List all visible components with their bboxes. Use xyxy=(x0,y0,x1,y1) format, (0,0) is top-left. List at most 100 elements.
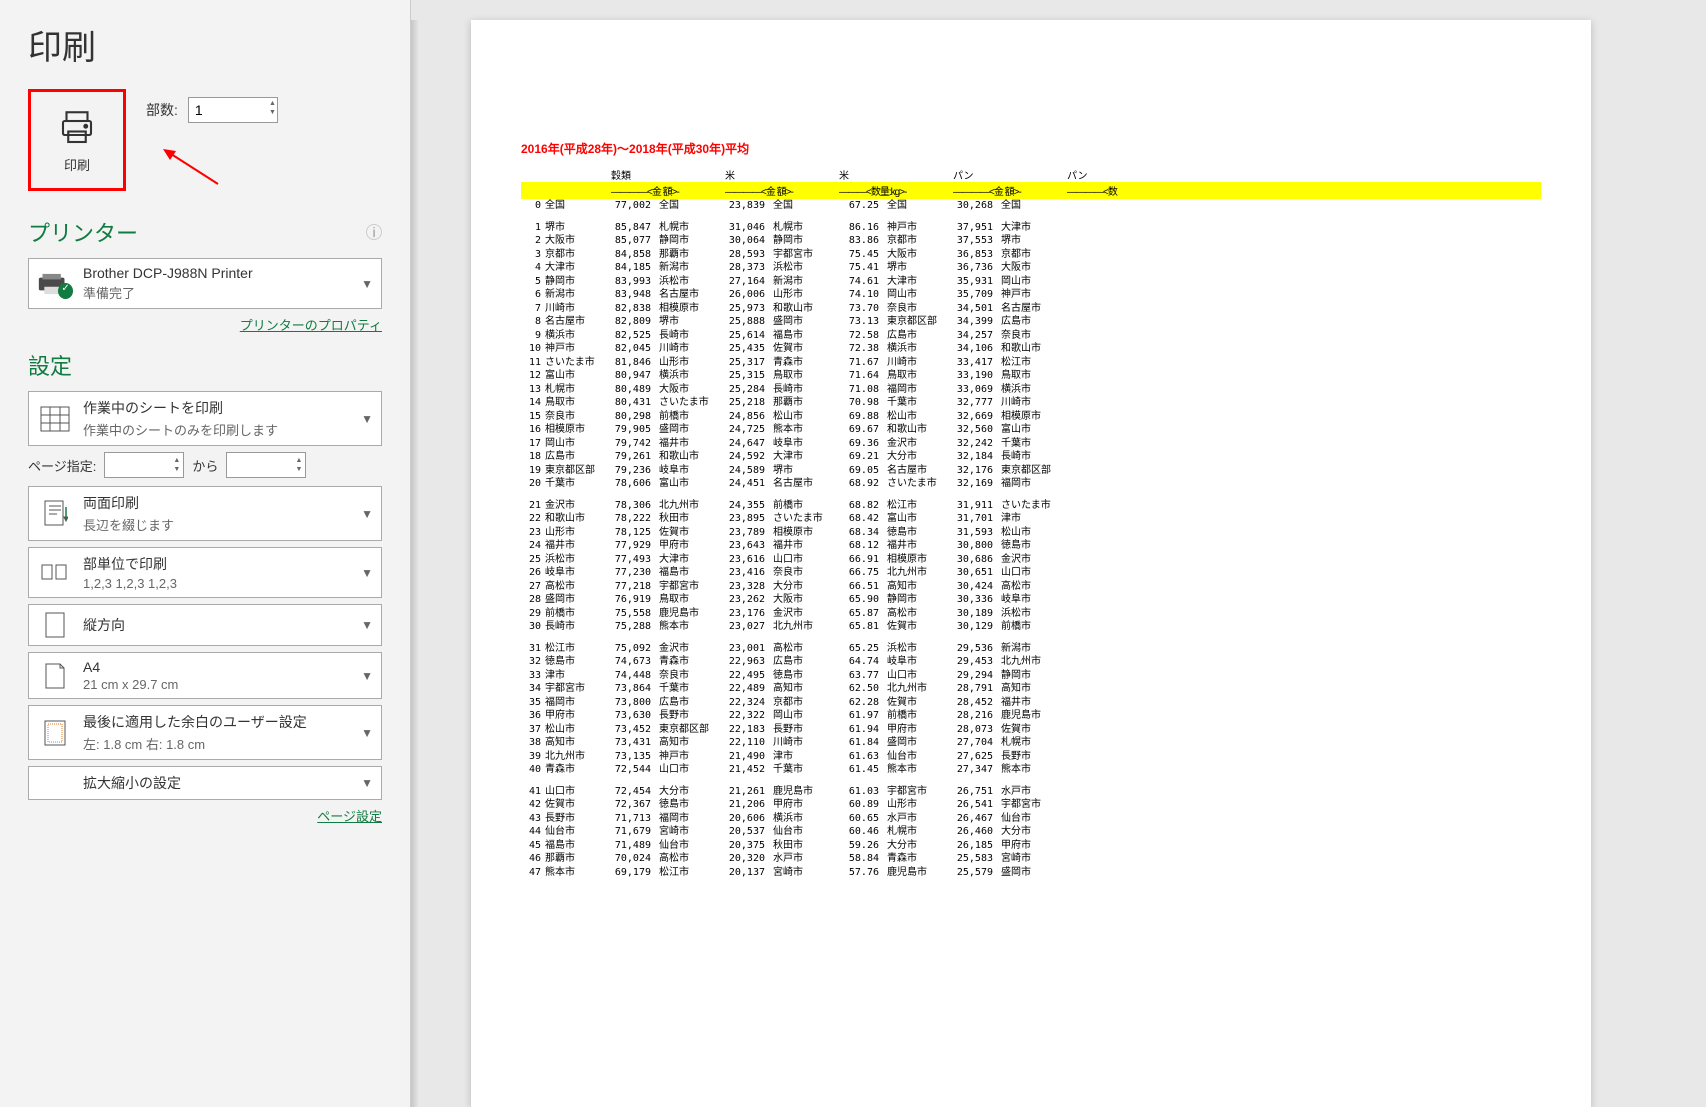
table-row: 45福島市71,489仙台市20,375秋田市59.26大分市26,185甲府市 xyxy=(521,839,1541,853)
table-row: 34宇都宮市73,864千葉市22,489高知市62.50北九州市28,791高… xyxy=(521,682,1541,696)
table-row: 15奈良市80,298前橋市24,856松山市69.88松山市32,669相模原… xyxy=(521,410,1541,424)
paper-selector[interactable]: A4 21 cm x 29.7 cm ▼ xyxy=(28,652,382,699)
paper-title: A4 xyxy=(83,659,361,675)
info-icon[interactable]: i xyxy=(366,224,382,240)
printer-properties-link[interactable]: プリンターのプロパティ xyxy=(240,318,382,333)
table-row: 27高松市77,218宇都宮市23,328大分市66.51高知市30,424高松… xyxy=(521,580,1541,594)
table-row: 3京都市84,858那覇市28,593宇都宮市75.45大阪市36,853京都市 xyxy=(521,248,1541,262)
chevron-down-icon: ▼ xyxy=(361,507,373,521)
margins-selector[interactable]: 最後に適用した余白のユーザー設定 左: 1.8 cm 右: 1.8 cm ▼ xyxy=(28,705,382,760)
table-row: 7川崎市82,838相模原市25,973和歌山市73.70奈良市34,501名古… xyxy=(521,302,1541,316)
chevron-down-icon: ▼ xyxy=(361,412,373,426)
table-row: 43長野市71,713福岡市20,606横浜市60.65水戸市26,467仙台市 xyxy=(521,812,1541,826)
table-row: 1堺市85,847札幌市31,046札幌市86.16神戸市37,951大津市 xyxy=(521,221,1541,235)
table-row: 24福井市77,929甲府市23,643福井市68.12福井市30,800徳島市 xyxy=(521,539,1541,553)
spinner-up-icon[interactable]: ▲ xyxy=(295,456,302,465)
copies-down-icon[interactable]: ▼ xyxy=(269,108,276,117)
settings-section-title: 設定 xyxy=(28,349,72,381)
page-range-to-label: から xyxy=(192,456,218,475)
copies-up-icon[interactable]: ▲ xyxy=(269,99,276,108)
table-row: 30長崎市75,288熊本市23,027北九州市65.81佐賀市30,129前橋… xyxy=(521,620,1541,634)
table-row: 2大阪市85,077静岡市30,064静岡市83.86京都市37,553堺市 xyxy=(521,234,1541,248)
printer-ready-icon xyxy=(58,283,73,299)
collate-icon xyxy=(40,561,70,585)
preview-page: 2016年(平成28年)～2018年(平成30年)平均 穀類 米 米 パン パン… xyxy=(471,20,1591,1107)
table-row: 8名古屋市82,809堺市25,888盛岡市73.13東京都区部34,399広島… xyxy=(521,315,1541,329)
printer-name: Brother DCP-J988N Printer xyxy=(83,265,361,281)
table-row: 29前橋市75,558鹿児島市23,176金沢市65.87高松市30,189浜松… xyxy=(521,607,1541,621)
table-row: 0全国77,002全国23,839全国67.25全国30,268全国 xyxy=(521,199,1541,213)
printer-section-title: プリンター xyxy=(28,216,138,248)
table-body: 0全国77,002全国23,839全国67.25全国30,268全国 1堺市85,… xyxy=(521,199,1541,879)
table-row: 20千葉市78,606富山市24,451名古屋市68.92さいたま市32,169… xyxy=(521,477,1541,491)
table-row: 17岡山市79,742福井市24,647岐阜市69.36金沢市32,242千葉市 xyxy=(521,437,1541,451)
spinner-down-icon[interactable]: ▼ xyxy=(295,465,302,474)
table-row: 21金沢市78,306北九州市24,355前橋市68.82松江市31,911さい… xyxy=(521,499,1541,513)
margins-title: 最後に適用した余白のユーザー設定 xyxy=(83,712,361,732)
chevron-down-icon: ▼ xyxy=(361,669,373,683)
orientation-title: 縦方向 xyxy=(83,615,361,635)
table-row: 33津市74,448奈良市22,495徳島市63.77山口市29,294静岡市 xyxy=(521,669,1541,683)
page-title: 印刷 xyxy=(28,20,382,69)
table-row: 37松山市73,452東京都区部22,183長野市61.94甲府市28,073佐… xyxy=(521,723,1541,737)
table-row: 40青森市72,544山口市21,452千葉市61.45熊本市27,347熊本市 xyxy=(521,763,1541,777)
table-row: 18広島市79,261和歌山市24,592大津市69.21大分市32,184長崎… xyxy=(521,450,1541,464)
table-row: 28盛岡市76,919鳥取市23,262大阪市65.90静岡市30,336岐阜市 xyxy=(521,593,1541,607)
collate-selector[interactable]: 部単位で印刷 1,2,3 1,2,3 1,2,3 ▼ xyxy=(28,547,382,598)
chevron-down-icon: ▼ xyxy=(361,776,373,790)
sheet-icon xyxy=(40,406,70,432)
collate-title: 部単位で印刷 xyxy=(83,554,361,574)
table-row: 31松江市75,092金沢市23,001高松市65.25浜松市29,536新潟市 xyxy=(521,642,1541,656)
spinner-up-icon[interactable]: ▲ xyxy=(173,456,180,465)
table-row: 39北九州市73,135神戸市21,490津市61.63仙台市27,625長野市 xyxy=(521,750,1541,764)
table-row: 13札幌市80,489大阪市25,284長崎市71.08福岡市33,069横浜市 xyxy=(521,383,1541,397)
table-row: 10神戸市82,045川崎市25,435佐賀市72.38横浜市34,106和歌山… xyxy=(521,342,1541,356)
print-what-selector[interactable]: 作業中のシートを印刷 作業中のシートのみを印刷します ▼ xyxy=(28,391,382,446)
margins-sub: 左: 1.8 cm 右: 1.8 cm xyxy=(83,734,361,753)
chevron-down-icon: ▼ xyxy=(361,277,373,291)
table-row: 46那覇市70,024高松市20,320水戸市58.84青森市25,583宮崎市 xyxy=(521,852,1541,866)
table-row: 19東京都区部79,236岐阜市24,589堺市69.05名古屋市32,176東… xyxy=(521,464,1541,478)
table-row: 16相模原市79,905盛岡市24,725熊本市69.67和歌山市32,560富… xyxy=(521,423,1541,437)
page-from-input[interactable] xyxy=(104,452,184,478)
copies-label: 部数: xyxy=(146,100,178,120)
table-row: 42佐賀市72,367徳島市21,206甲府市60.89山形市26,541宇都宮… xyxy=(521,798,1541,812)
page-to-input[interactable] xyxy=(226,452,306,478)
chevron-down-icon: ▼ xyxy=(361,726,373,740)
paper-icon xyxy=(44,662,66,690)
table-row: 11さいたま市81,846山形市25,317青森市71.67川崎市33,417松… xyxy=(521,356,1541,370)
chevron-down-icon: ▼ xyxy=(361,618,373,632)
table-subheader-row: ――――<金 額>- ――――<金 額>- ―――<数量:kg>- ――――<金… xyxy=(521,182,1541,199)
printer-status-text: 準備完了 xyxy=(83,283,361,302)
copies-input[interactable] xyxy=(188,97,278,123)
page-range-label: ページ指定: xyxy=(28,456,96,475)
orientation-selector[interactable]: 縦方向 ▼ xyxy=(28,604,382,646)
print-what-title: 作業中のシートを印刷 xyxy=(83,398,361,418)
print-preview-area: 2016年(平成28年)～2018年(平成30年)平均 穀類 米 米 パン パン… xyxy=(410,0,1706,1107)
spinner-down-icon[interactable]: ▼ xyxy=(173,465,180,474)
table-header-row: 穀類 米 米 パン パン xyxy=(521,167,1541,182)
duplex-sub: 長辺を綴じます xyxy=(83,515,361,534)
table-row: 6新潟市83,948名古屋市26,006山形市74.10岡山市35,709神戸市 xyxy=(521,288,1541,302)
table-row: 36甲府市73,630長野市22,322岡山市61.97前橋市28,216鹿児島… xyxy=(521,709,1541,723)
duplex-title: 両面印刷 xyxy=(83,493,361,513)
table-row: 47熊本市69,179松江市20,137宮崎市57.76鹿児島市25,579盛岡… xyxy=(521,866,1541,880)
printer-icon xyxy=(56,107,98,149)
duplex-icon xyxy=(42,499,68,529)
duplex-selector[interactable]: 両面印刷 長辺を綴じます ▼ xyxy=(28,486,382,541)
collate-sub: 1,2,3 1,2,3 1,2,3 xyxy=(83,576,361,591)
table-row: 26岐阜市77,230福島市23,416奈良市66.75北九州市30,651山口… xyxy=(521,566,1541,580)
annotation-arrow xyxy=(158,144,228,199)
printer-selector[interactable]: Brother DCP-J988N Printer 準備完了 ▼ xyxy=(28,258,382,309)
scaling-title: 拡大縮小の設定 xyxy=(83,773,361,793)
page-setup-link[interactable]: ページ設定 xyxy=(317,809,382,824)
table-row: 9横浜市82,525長崎市25,614福島市72.58広島市34,257奈良市 xyxy=(521,329,1541,343)
table-row: 38高知市73,431高知市22,110川崎市61.84盛岡市27,704札幌市 xyxy=(521,736,1541,750)
print-button[interactable]: 印刷 xyxy=(28,89,126,191)
margins-icon xyxy=(43,719,67,747)
table-row: 44仙台市71,679宮崎市20,537仙台市60.46札幌市26,460大分市 xyxy=(521,825,1541,839)
table-row: 35福岡市73,800広島市22,324京都市62.28佐賀市28,452福井市 xyxy=(521,696,1541,710)
scaling-selector[interactable]: 拡大縮小の設定 ▼ xyxy=(28,766,382,800)
print-button-label: 印刷 xyxy=(64,155,90,174)
table-row: 5静岡市83,993浜松市27,164新潟市74.61大津市35,931岡山市 xyxy=(521,275,1541,289)
